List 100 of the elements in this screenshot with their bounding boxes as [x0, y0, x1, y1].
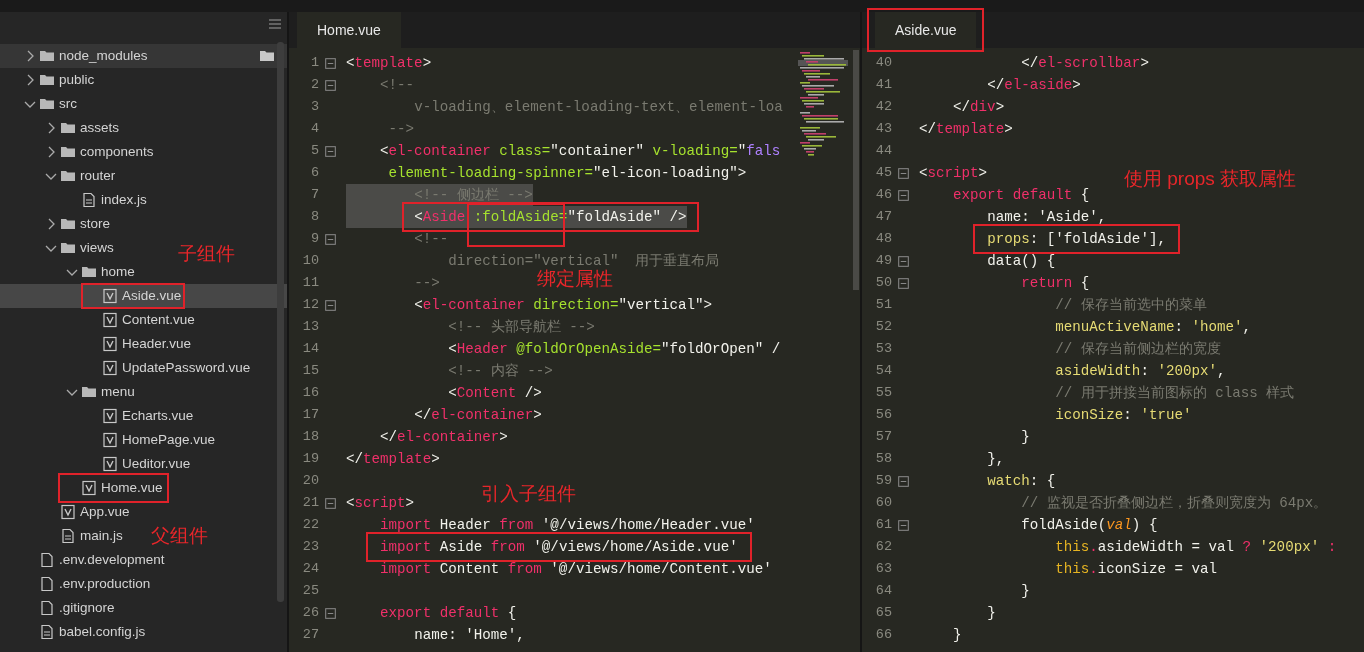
document-icon [60, 528, 76, 544]
line-number: 60 [874, 494, 892, 512]
line-number: 55 [874, 384, 892, 402]
tree-item[interactable]: Ueditor.vue [85, 452, 191, 476]
line-number: 42 [874, 98, 892, 116]
tree-item[interactable]: Content.vue [85, 308, 195, 332]
line-number: 3 [309, 98, 319, 116]
code-line: } [953, 627, 962, 643]
tree-item[interactable]: Aside.vue [85, 284, 182, 308]
code-line: name: 'Home', [414, 627, 525, 643]
code-line: return { [1021, 275, 1090, 291]
code-line: --> [414, 275, 440, 291]
tree-item[interactable]: UpdatePassword.vue [85, 356, 251, 380]
folder-icon [60, 120, 76, 136]
code-line: this.asideWidth = val ? '200px' : [1055, 539, 1337, 555]
code-line: }, [987, 451, 1005, 467]
document-icon [39, 552, 55, 568]
fold-toggle-icon[interactable] [325, 299, 336, 311]
folder-icon [39, 72, 55, 88]
fold-toggle-icon[interactable] [898, 475, 909, 487]
code-line: </div> [953, 99, 1005, 115]
code-line: v-loading、element-loading-text、element-loa [414, 99, 783, 115]
line-number: 26 [301, 604, 319, 622]
scrollbar-thumb[interactable] [277, 42, 284, 602]
line-number: 61 [874, 516, 892, 534]
line-number: 9 [309, 230, 319, 248]
line-number: 51 [874, 296, 892, 314]
document-icon [39, 576, 55, 592]
tree-item[interactable]: src [22, 92, 77, 116]
tree-item[interactable]: .env.production [22, 572, 151, 596]
fold-toggle-icon[interactable] [325, 57, 336, 69]
tree-item[interactable]: .gitignore [22, 596, 115, 620]
line-number: 58 [874, 450, 892, 468]
tree-item[interactable]: menu [64, 380, 135, 404]
line-number: 57 [874, 428, 892, 446]
line-number: 7 [309, 186, 319, 204]
tree-item[interactable]: assets [43, 116, 120, 140]
fold-toggle-icon[interactable] [898, 167, 909, 179]
line-number: 10 [301, 252, 319, 270]
fold-toggle-icon[interactable] [325, 607, 336, 619]
code-line: <script> [919, 165, 988, 181]
fold-toggle-icon[interactable] [898, 189, 909, 201]
line-number: 1 [309, 54, 319, 72]
line-number: 59 [874, 472, 892, 490]
tree-item[interactable]: router [43, 164, 116, 188]
line-number: 46 [874, 186, 892, 204]
line-number: 17 [301, 406, 319, 424]
fold-toggle-icon[interactable] [325, 497, 336, 509]
code-line: --> [388, 121, 415, 137]
file-tab[interactable]: Home.vue [297, 12, 401, 48]
tree-item[interactable]: store [43, 212, 110, 236]
line-number: 15 [301, 362, 319, 380]
tree-item[interactable]: App.vue [43, 500, 130, 524]
code-line: <!-- [380, 77, 415, 93]
file-icon [102, 408, 118, 424]
fold-toggle-icon[interactable] [325, 145, 336, 157]
tree-item[interactable]: Header.vue [85, 332, 192, 356]
file-tab[interactable]: Aside.vue [875, 12, 977, 48]
tree-item[interactable]: Home.vue [64, 476, 163, 500]
menu-icon[interactable] [269, 19, 281, 29]
code-line: import Header from '@/views/home/Header.vue' [380, 517, 755, 533]
scrollbar-thumb[interactable] [853, 50, 859, 290]
code-line: asideWidth: '200px', [1055, 363, 1226, 379]
code-line: <template> [346, 55, 432, 71]
code-line: <!-- 头部导航栏 --> [448, 319, 595, 335]
tree-item[interactable]: home [64, 260, 135, 284]
tree-item[interactable]: public [22, 68, 95, 92]
folder-icon[interactable] [259, 48, 275, 64]
tree-item[interactable]: main.js [43, 524, 123, 548]
line-number: 43 [874, 120, 892, 138]
code-line: <el-container class="container" v-loading="fals [380, 143, 781, 159]
tree-item[interactable]: components [43, 140, 154, 164]
line-number: 21 [301, 494, 319, 512]
code-line: // 保存当前侧边栏的宽度 [1055, 341, 1221, 357]
tree-item[interactable]: .env.development [22, 548, 165, 572]
annotation-text: 子组件 [178, 243, 235, 266]
line-number: 47 [874, 208, 892, 226]
fold-toggle-icon[interactable] [898, 255, 909, 267]
fold-toggle-icon[interactable] [325, 233, 336, 245]
tree-item[interactable]: babel.config.js [22, 620, 146, 644]
file-icon [102, 312, 118, 328]
tree-item[interactable]: index.js [64, 188, 147, 212]
code-line: </el-container> [414, 407, 542, 423]
code-line: menuActiveName: 'home', [1055, 319, 1252, 335]
tree-item[interactable]: HomePage.vue [85, 428, 216, 452]
code-line: <Header @foldOrOpenAside="foldOrOpen" / [448, 341, 781, 357]
file-icon [102, 456, 118, 472]
tree-item[interactable]: views [43, 236, 114, 260]
file-icon [81, 480, 97, 496]
code-line: element-loading-spinner="el-icon-loading"> [388, 165, 747, 181]
tree-item[interactable]: Echarts.vue [85, 404, 194, 428]
fold-toggle-icon[interactable] [325, 79, 336, 91]
tree-item[interactable]: node_modules [22, 44, 148, 68]
annotation-text: 绑定属性 [537, 268, 613, 291]
code-line: </template> [919, 121, 1013, 137]
fold-toggle-icon[interactable] [898, 519, 909, 531]
line-number: 23 [301, 538, 319, 556]
line-number: 64 [874, 582, 892, 600]
fold-toggle-icon[interactable] [898, 277, 909, 289]
code-line: export default { [953, 187, 1090, 203]
